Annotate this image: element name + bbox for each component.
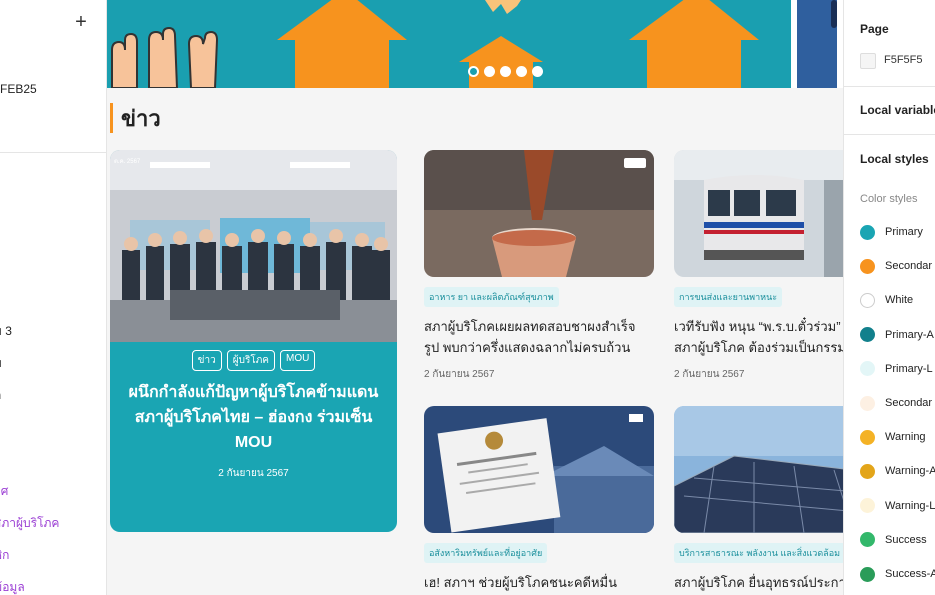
page-heading: Page (860, 22, 889, 36)
add-page-button[interactable]: + (73, 12, 89, 32)
color-style-name: Secondar (885, 260, 933, 273)
category-tag[interactable]: อสังหาริมทรัพย์และที่อยู่อาศัย (424, 543, 548, 563)
color-style-item[interactable]: Primary (860, 223, 923, 241)
tag-pill[interactable]: ข่าว (191, 350, 222, 371)
category-tag[interactable]: การขนส่งและยานพาหนะ (674, 287, 783, 307)
properties-panel: Page F5F5F5 Local variables Local styles… (843, 0, 935, 595)
color-style-item[interactable]: Secondar (860, 257, 932, 275)
page-color-value[interactable]: F5F5F5 (884, 54, 923, 66)
color-style-name: Warning (885, 431, 926, 444)
card-thumbnail (674, 406, 843, 533)
color-swatch-icon (860, 224, 875, 240)
title-accent-bar (110, 103, 113, 133)
card-date: 2 กันยายน 2567 (424, 369, 495, 380)
carousel-dot[interactable] (516, 66, 527, 77)
category-tag[interactable]: อาหาร ยา และผลิตภัณฑ์สุขภาพ (424, 287, 559, 307)
card-title[interactable]: เวทีรับฟัง หนุน “พ.ร.บ.ตั๋วร่วม” สภาผู้บ… (674, 316, 843, 358)
layer-item[interactable]: ม 3 (0, 322, 12, 341)
color-style-name: Warning-L (885, 499, 935, 512)
panel-divider (844, 134, 935, 135)
color-swatch-icon (860, 566, 875, 582)
version-label[interactable]: FEB25 (0, 82, 37, 96)
card-title-line: สภาผู้บริโภค ต้องร่วมเป็นกรรม (674, 340, 843, 355)
local-styles-heading: Local styles (860, 152, 929, 166)
layer-item[interactable]: ก (0, 386, 1, 405)
color-swatch-icon (860, 498, 875, 514)
layer-item[interactable]: ม (0, 354, 2, 373)
carousel-dot[interactable] (532, 66, 543, 77)
color-style-name: Secondar (885, 397, 933, 409)
featured-date: 2 กันยายน 2567 (218, 468, 289, 479)
color-swatch-icon (860, 361, 875, 377)
featured-tags: ข่าว ผู้บริโภค MOU (110, 350, 397, 371)
panel-divider (0, 152, 106, 153)
card-title-line: เฮ! สภาฯ ช่วยผู้บริโภคชนะคดีหมื่น (424, 575, 618, 590)
color-swatch-icon (860, 532, 875, 548)
color-swatch-icon (860, 258, 875, 274)
color-style-name: Warning-A (885, 465, 935, 478)
layer-item[interactable]: สภาผู้บริโภค (0, 514, 59, 533)
card-title-line: สภาผู้บริโภคเผยผลทดสอบชาผงสำเร็จ (424, 319, 636, 334)
layers-panel: + FEB25 ม 3 ม ก าศ สภาผู้บริโภค ชิก ข้อม… (0, 0, 107, 595)
card-title[interactable]: สภาผู้บริโภค ยื่นอุทธรณ์ประกา (674, 572, 843, 593)
color-style-item[interactable]: Success-A (860, 565, 935, 583)
panel-divider (844, 86, 935, 87)
news-card[interactable]: อสังหาริมทรัพย์และที่อยู่อาศัย เฮ! สภาฯ … (424, 406, 654, 593)
color-style-item[interactable]: Primary-L (860, 360, 933, 378)
card-title-line: เวทีรับฟัง หนุน “พ.ร.บ.ตั๋วร่วม” (674, 319, 841, 334)
layer-item[interactable]: าศ (0, 482, 8, 501)
color-style-name: Primary-A (885, 328, 934, 341)
color-style-name: Success-A (885, 568, 935, 580)
local-variables-heading[interactable]: Local variables (860, 103, 935, 117)
section-heading: ข่าว (121, 105, 161, 131)
news-card[interactable]: การขนส่งและยานพาหนะ เวทีรับฟัง หนุน “พ.ร… (674, 150, 843, 382)
color-style-item[interactable]: Warning-A (860, 462, 935, 480)
color-style-item[interactable]: Secondar (860, 394, 932, 412)
layer-item[interactable]: ข้อมูล (0, 578, 25, 595)
carousel-dot[interactable] (500, 66, 511, 77)
color-style-item[interactable]: Success (860, 531, 927, 549)
color-swatch-icon (860, 463, 875, 479)
card-title[interactable]: สภาผู้บริโภคเผยผลทดสอบชาผงสำเร็จ รูป พบก… (424, 316, 656, 358)
color-style-item[interactable]: Primary-A (860, 326, 934, 344)
card-thumbnail (674, 150, 843, 277)
featured-title[interactable]: ผนึกกำลังแก้ปัญหาผู้บริโภคข้ามแดน สภาผู้… (125, 380, 382, 455)
card-title-line: รูป พบกว่าครึ่งแสดงฉลากไม่ครบถ้วน (424, 340, 631, 355)
color-style-name: Primary-L (885, 362, 933, 375)
color-style-item[interactable]: Warning-L (860, 497, 935, 515)
color-style-name: Primary (885, 226, 923, 238)
color-swatch-icon (860, 292, 875, 308)
color-style-item[interactable]: White (860, 291, 913, 309)
news-section-title: ข่าว (110, 103, 161, 133)
color-swatch-icon (860, 395, 875, 411)
design-canvas: ข่าว ต.ค. 2567 ข่าว ผู้บริโภค MOU ผนึกกำ… (107, 0, 843, 595)
color-swatch-icon (860, 327, 875, 343)
color-style-name: Success (885, 533, 927, 546)
carousel-dots (468, 66, 543, 77)
color-style-item[interactable]: Warning (860, 428, 926, 446)
hero-banner (107, 0, 843, 88)
card-title[interactable]: เฮ! สภาฯ ช่วยผู้บริโภคชนะคดีหมื่น (424, 572, 656, 593)
news-card[interactable]: อาหาร ยา และผลิตภัณฑ์สุขภาพ สภาผู้บริโภค… (424, 150, 654, 382)
featured-news-card[interactable]: ต.ค. 2567 ข่าว ผู้บริโภค MOU ผนึกกำลังแก… (110, 150, 397, 532)
tag-pill[interactable]: MOU (279, 350, 316, 371)
tag-pill[interactable]: ผู้บริโภค (226, 350, 275, 371)
card-thumbnail (424, 150, 654, 277)
featured-photo: ต.ค. 2567 (110, 150, 397, 342)
color-styles-label: Color styles (860, 193, 918, 205)
color-style-name: White (885, 294, 914, 307)
category-tag[interactable]: บริการสาธารณะ พลังงาน และสิ่งแวดล้อม (674, 543, 843, 563)
color-swatch-icon (860, 429, 875, 445)
card-thumbnail (424, 406, 654, 533)
carousel-dot[interactable] (468, 66, 479, 77)
news-card[interactable]: บริการสาธารณะ พลังงาน และสิ่งแวดล้อม สภา… (674, 406, 843, 593)
card-title-line: สภาผู้บริโภค ยื่นอุทธรณ์ประกา (674, 575, 843, 590)
carousel-dot[interactable] (484, 66, 495, 77)
layer-item[interactable]: ชิก (0, 546, 9, 565)
page-color-swatch[interactable] (860, 53, 876, 69)
photo-date-text: ต.ค. 2567 (114, 159, 141, 165)
card-date: 2 กันยายน 2567 (674, 369, 745, 380)
